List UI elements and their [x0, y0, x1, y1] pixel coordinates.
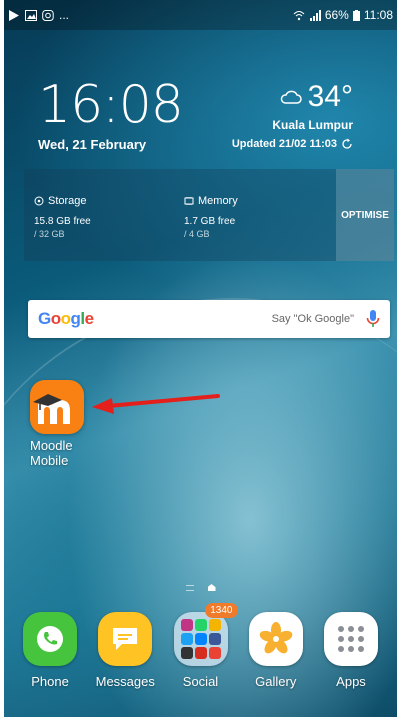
storage-icon — [34, 196, 44, 206]
moodle-label-line1: Moodle — [30, 438, 73, 453]
dock-label-social: Social — [182, 674, 219, 689]
refresh-icon[interactable] — [341, 138, 353, 150]
memory-free: 1.7 GB free — [184, 216, 236, 227]
dock-app-gallery[interactable]: Gallery — [246, 612, 306, 702]
status-overflow: ... — [59, 8, 70, 22]
memory-section: Memory 1.7 GB free / 4 GB — [174, 169, 324, 261]
messages-icon[interactable] — [98, 612, 153, 666]
dock-app-phone[interactable]: Phone — [20, 612, 80, 702]
notification-badge: 1340 — [205, 603, 238, 618]
moodle-label-line2: Mobile — [30, 453, 69, 468]
play-store-icon — [9, 9, 19, 21]
clock-time[interactable]: 16:08 — [38, 75, 184, 135]
google-search-bar[interactable]: Google Say "Ok Google" — [28, 300, 390, 338]
voice-search-hint: Say "Ok Google" — [271, 313, 354, 325]
dock-app-messages[interactable]: Messages — [95, 612, 155, 702]
social-folder-icon[interactable]: 1340 — [173, 603, 238, 666]
phone-icon[interactable] — [23, 612, 77, 666]
app-moodle-mobile[interactable]: Moodle Mobile — [30, 380, 90, 468]
moodle-logo-icon — [33, 394, 70, 424]
social-folder-grid — [180, 619, 221, 659]
apps-dots — [338, 626, 364, 652]
signal-icon — [309, 9, 321, 21]
apps-grid-icon[interactable] — [324, 612, 378, 666]
moodle-mobile-icon[interactable] — [30, 380, 84, 434]
moodle-mobile-label: Moodle Mobile — [30, 438, 73, 468]
weather-temp-value: 34° — [307, 80, 353, 113]
chat-bubble-icon — [113, 628, 138, 650]
weather-updated-text: Updated 21/02 11:03 — [231, 138, 337, 150]
flower-icon — [259, 622, 293, 654]
memory-total: / 4 GB — [184, 229, 210, 239]
image-icon — [25, 9, 37, 21]
battery-percent: 66% — [324, 8, 349, 22]
memory-title: Memory — [198, 195, 238, 207]
storage-title: Storage — [48, 195, 87, 207]
google-logo-text: Google — [38, 309, 94, 328]
status-time: 11:08 — [363, 8, 393, 22]
dock: Phone Messages 1340 Social Gallery Apps — [20, 603, 381, 702]
dock-app-social[interactable]: 1340 Social — [171, 603, 238, 702]
smart-manager-widget[interactable]: Storage 15.8 GB free / 32 GB Memory 1.7 … — [24, 169, 394, 261]
storage-free: 15.8 GB free — [34, 216, 91, 227]
google-logo: Google — [38, 309, 94, 329]
wifi-icon — [293, 10, 305, 20]
storage-total: / 32 GB — [34, 229, 65, 239]
dock-label-messages: Messages — [95, 674, 155, 689]
annotation-arrow — [92, 394, 220, 414]
weather-city: Kuala Lumpur — [272, 118, 353, 132]
page-indicator-lines-icon — [185, 584, 194, 591]
dock-label-apps: Apps — [336, 674, 366, 689]
phone-handset-icon — [37, 626, 63, 652]
memory-icon — [184, 197, 194, 205]
gallery-icon[interactable] — [248, 612, 303, 666]
status-bar: ... 66% 11:08 — [0, 0, 401, 30]
page-indicator-home-icon — [207, 584, 216, 591]
cloud-icon — [280, 90, 302, 104]
page-indicator — [0, 584, 401, 591]
weather-updated: Updated 21/02 11:03 — [232, 138, 353, 150]
weather-temperature[interactable]: 34° — [280, 80, 353, 114]
clock-date: Wed, 21 February — [38, 137, 147, 152]
optimise-button[interactable]: OPTIMISE — [336, 169, 394, 261]
dock-label-phone: Phone — [31, 674, 69, 689]
dock-label-gallery: Gallery — [255, 674, 297, 689]
battery-icon — [352, 9, 360, 21]
storage-section: Storage 15.8 GB free / 32 GB — [24, 169, 174, 261]
instagram-icon — [42, 9, 54, 21]
microphone-icon[interactable] — [366, 310, 380, 328]
dock-app-apps[interactable]: Apps — [321, 612, 381, 702]
